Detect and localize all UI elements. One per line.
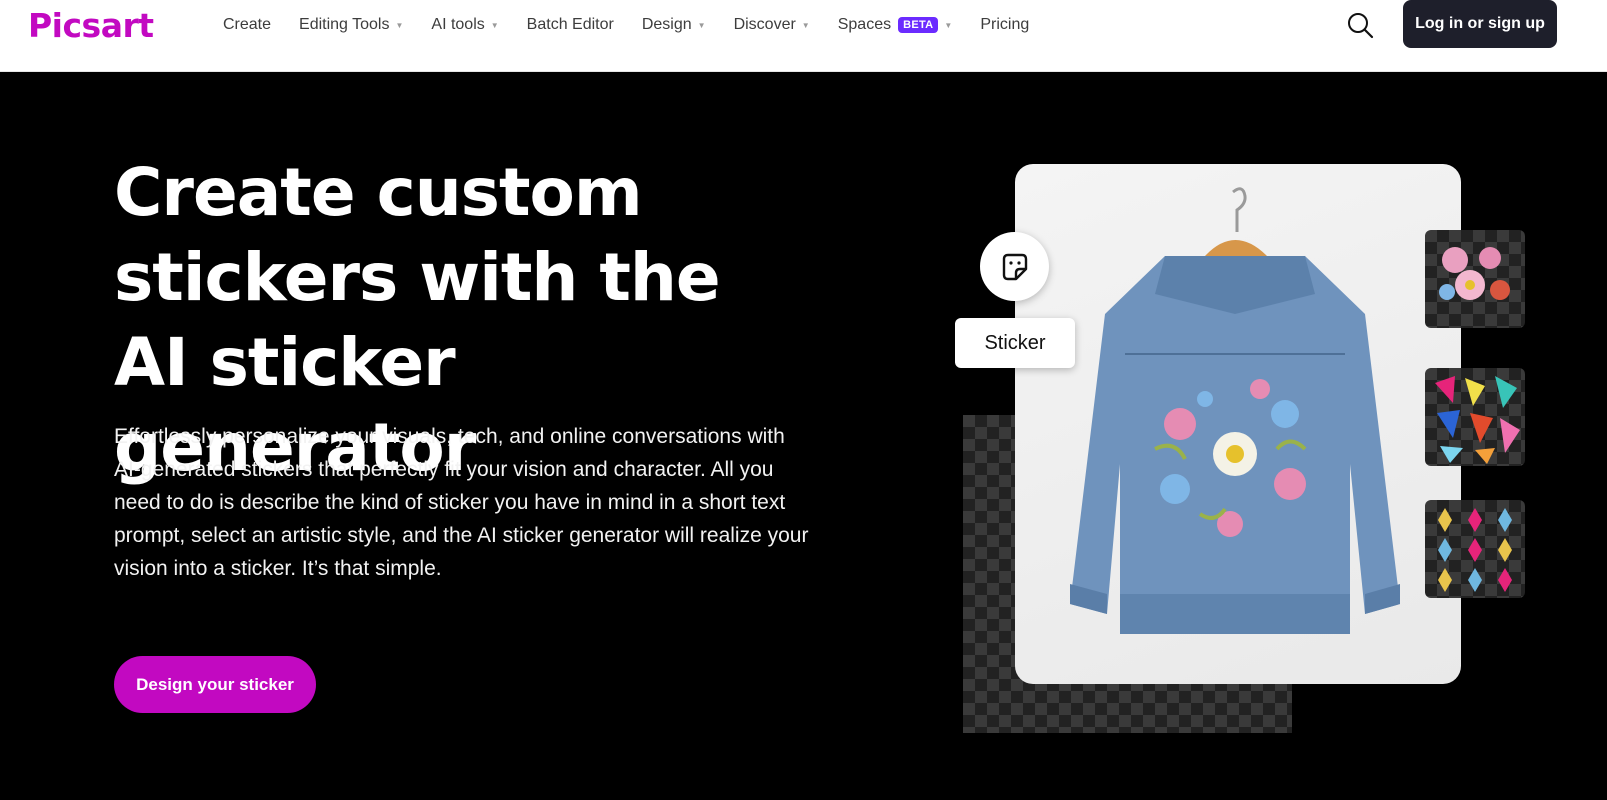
nav-item-label: Editing Tools [299,16,390,33]
sticker-label: Sticker [955,318,1075,368]
main-nav: Create Editing Tools ▼ AI tools ▼ Batch … [223,15,1057,35]
nav-item-label: AI tools [431,16,485,33]
beta-badge: BETA [898,17,939,33]
hero-description: Effortlessly personalize your visuals, t… [114,425,809,580]
nav-item-label: Spaces [837,16,892,33]
chevron-down-icon: ▼ [801,20,810,30]
top-navigation-bar: Picsart Create Editing Tools ▼ AI tools … [0,0,1607,72]
login-signup-button[interactable]: Log in or sign up [1403,0,1557,48]
search-icon[interactable] [1346,11,1374,39]
gem-sticker-thumbnail[interactable] [1425,368,1525,466]
star-sticker-thumbnail[interactable] [1425,500,1525,598]
chevron-down-icon: ▼ [490,20,499,30]
chevron-down-icon: ▼ [395,20,404,30]
chevron-down-icon: ▼ [944,20,953,30]
nav-item-label: Batch Editor [526,16,614,33]
flower-sticker-thumbnail[interactable] [1425,230,1525,328]
nav-item-editing-tools[interactable]: Editing Tools ▼ [299,16,403,34]
nav-item-label: Create [223,16,272,33]
picsart-logo[interactable]: Picsart [28,6,154,45]
nav-item-discover[interactable]: Discover ▼ [734,16,810,34]
nav-item-pricing[interactable]: Pricing [980,16,1029,34]
hero-jacket-image [1015,164,1461,684]
nav-item-design[interactable]: Design ▼ [642,16,706,34]
nav-item-spaces[interactable]: Spaces BETA ▼ [837,16,953,34]
nav-item-label: Pricing [980,16,1030,33]
sticker-icon [980,232,1049,301]
nav-item-label: Discover [733,16,796,33]
nav-item-ai-tools[interactable]: AI tools ▼ [431,16,498,34]
nav-item-label: Design [641,16,692,33]
nav-item-create[interactable]: Create [223,16,271,34]
design-your-sticker-button[interactable]: Design your sticker [114,656,316,713]
nav-item-batch-editor[interactable]: Batch Editor [527,16,614,34]
chevron-down-icon: ▼ [697,20,706,30]
